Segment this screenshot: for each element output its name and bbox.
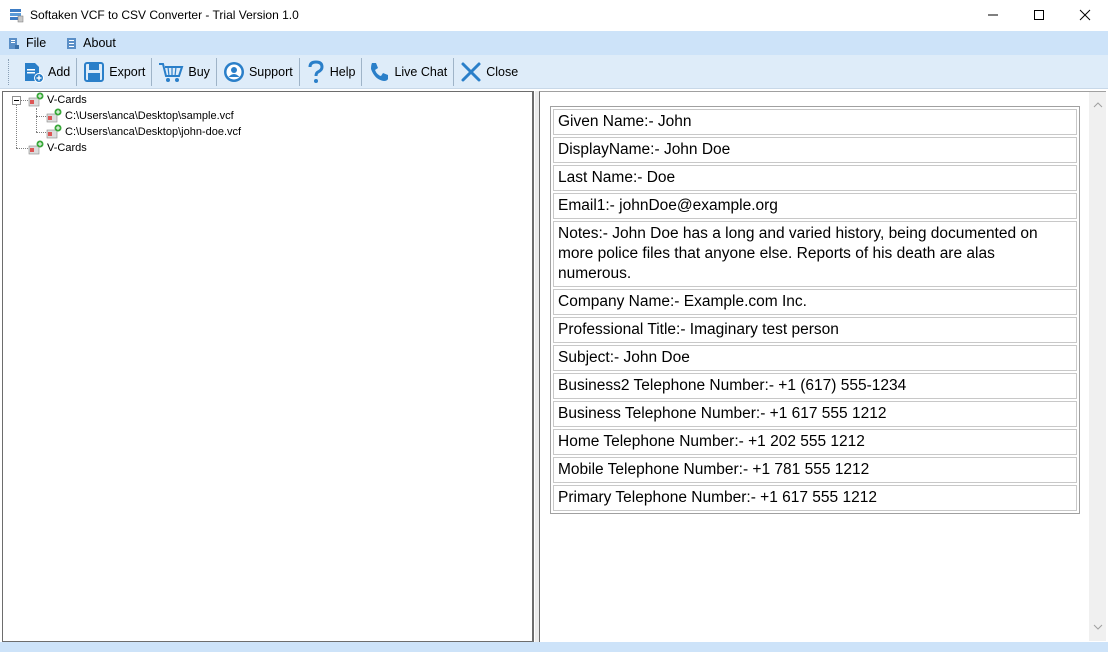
app-icon [10, 9, 24, 23]
menu-file[interactable]: File [8, 36, 46, 50]
status-bar [0, 642, 1108, 652]
vcf-file-icon [46, 124, 62, 139]
detail-given-name: Given Name:- John [553, 109, 1077, 135]
chevron-up-icon [1093, 101, 1102, 107]
buy-button-label: Buy [188, 64, 210, 79]
vcard-folder-icon [28, 140, 44, 155]
add-file-icon [25, 62, 44, 83]
detail-primary-phone: Primary Telephone Number:- +1 617 555 12… [553, 485, 1077, 511]
tree-connector [36, 108, 37, 132]
detail-business-phone: Business Telephone Number:- +1 617 555 1… [553, 401, 1077, 427]
about-icon [67, 37, 77, 49]
export-button-label: Export [109, 64, 146, 79]
tree-connector [20, 100, 28, 101]
maximize-icon [1034, 10, 1044, 20]
save-icon [84, 61, 105, 82]
tree-node-file[interactable]: C:\Users\anca\Desktop\sample.vcf [46, 108, 234, 124]
scroll-up-button[interactable] [1089, 96, 1106, 113]
buy-button[interactable]: Buy [152, 57, 216, 87]
detail-professional-title: Professional Title:- Imaginary test pers… [553, 317, 1077, 343]
chevron-down-icon [1093, 624, 1102, 630]
contact-details-list: Given Name:- John DisplayName:- John Doe… [550, 106, 1080, 514]
tree-connector [16, 104, 17, 148]
vertical-scrollbar[interactable] [1089, 92, 1106, 641]
help-button[interactable]: Help [300, 57, 362, 87]
support-button[interactable]: Support [217, 57, 299, 87]
tree-node-vcards[interactable]: V-Cards [28, 92, 87, 108]
shopping-cart-icon [159, 62, 184, 82]
tree-node-label: V-Cards [47, 94, 87, 106]
close-icon [1079, 9, 1091, 21]
close-window-button[interactable] [1062, 0, 1108, 30]
detail-home-phone: Home Telephone Number:- +1 202 555 1212 [553, 429, 1077, 455]
title-bar: Softaken VCF to CSV Converter - Trial Ve… [0, 0, 1108, 30]
live-chat-button-label: Live Chat [394, 64, 448, 79]
tree-node-vcards[interactable]: V-Cards [28, 140, 87, 156]
minimize-icon [988, 14, 998, 16]
vcard-folder-icon [28, 92, 44, 107]
close-button[interactable]: Close [454, 57, 524, 87]
tree-connector [36, 132, 46, 133]
menu-about-label: About [83, 36, 116, 50]
toolbar: Add Export Buy Support Help Live Chat Cl… [0, 55, 1108, 89]
detail-last-name: Last Name:- Doe [553, 165, 1077, 191]
close-x-icon [461, 62, 481, 81]
add-button[interactable]: Add [16, 57, 76, 87]
detail-email: Email1:- johnDoe@example.org [553, 193, 1077, 219]
phone-icon [371, 62, 389, 81]
window-title: Softaken VCF to CSV Converter - Trial Ve… [30, 8, 299, 22]
tree-node-label: C:\Users\anca\Desktop\sample.vcf [65, 110, 234, 122]
details-pane: Given Name:- John DisplayName:- John Doe… [539, 91, 1106, 642]
export-button[interactable]: Export [77, 57, 151, 87]
tree-pane[interactable]: V-Cards C:\Users\anca\Desktop\sample.vcf… [2, 91, 534, 642]
tree-collapse-toggle[interactable] [12, 96, 21, 105]
live-chat-button[interactable]: Live Chat [362, 57, 453, 87]
tree-node-label: V-Cards [47, 142, 87, 154]
detail-company-name: Company Name:- Example.com Inc. [553, 289, 1077, 315]
detail-subject: Subject:- John Doe [553, 345, 1077, 371]
tree-node-label: C:\Users\anca\Desktop\john-doe.vcf [65, 126, 242, 138]
add-button-label: Add [48, 64, 71, 79]
toolbar-grip[interactable] [8, 58, 12, 85]
file-icon [9, 37, 19, 49]
maximize-button[interactable] [1016, 0, 1062, 30]
detail-display-name: DisplayName:- John Doe [553, 137, 1077, 163]
vcard-tree: V-Cards C:\Users\anca\Desktop\sample.vcf… [3, 92, 532, 641]
detail-mobile-phone: Mobile Telephone Number:- +1 781 555 121… [553, 457, 1077, 483]
support-button-label: Support [248, 64, 293, 79]
detail-business2-phone: Business2 Telephone Number:- +1 (617) 55… [553, 373, 1077, 399]
minimize-button[interactable] [970, 0, 1016, 30]
vcf-file-icon [46, 108, 62, 123]
menu-about[interactable]: About [66, 36, 116, 50]
scroll-down-button[interactable] [1089, 618, 1106, 635]
tree-connector [36, 116, 46, 117]
menu-file-label: File [26, 36, 47, 50]
help-button-label: Help [329, 64, 356, 79]
support-icon [223, 61, 244, 82]
question-mark-icon [308, 59, 324, 83]
tree-node-file[interactable]: C:\Users\anca\Desktop\john-doe.vcf [46, 124, 241, 140]
detail-notes: Notes:- John Doe has a long and varied h… [553, 221, 1077, 287]
menu-bar: File About [0, 31, 1108, 55]
close-button-label: Close [486, 64, 519, 79]
tree-connector [16, 148, 28, 149]
